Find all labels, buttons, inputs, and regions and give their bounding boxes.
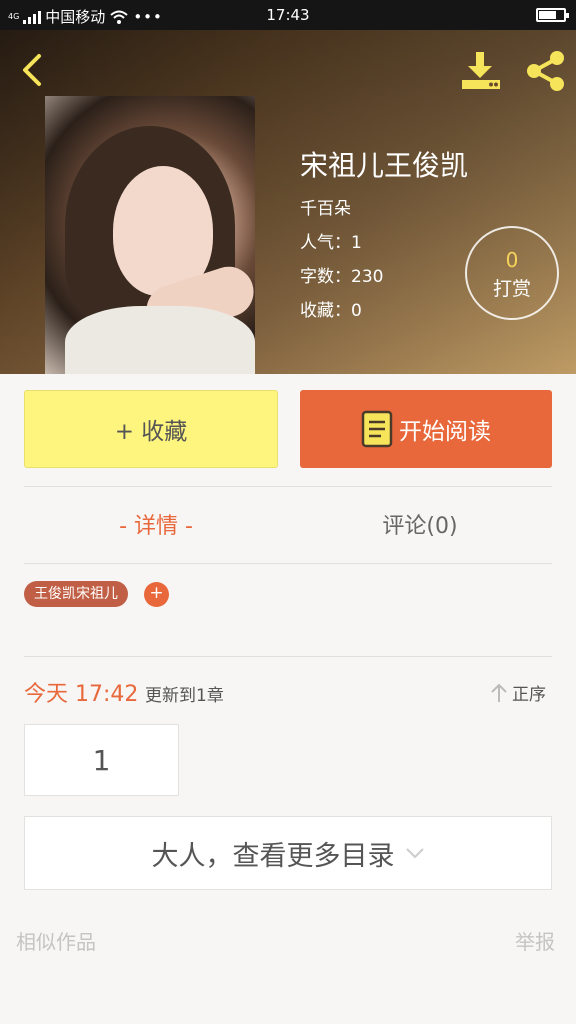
divider bbox=[24, 486, 552, 487]
divider bbox=[24, 563, 552, 564]
book-icon bbox=[361, 410, 393, 448]
chapter-item[interactable]: 1 bbox=[24, 724, 179, 796]
book-popularity: 人气：1 bbox=[300, 233, 362, 253]
tab-detail[interactable]: - 详情 - bbox=[24, 508, 288, 540]
similar-works-label: 相似作品 bbox=[16, 930, 96, 954]
more-catalog-button[interactable]: 大人，查看更多目录 bbox=[24, 816, 552, 890]
start-reading-button[interactable]: 开始阅读 bbox=[300, 390, 552, 468]
share-icon[interactable] bbox=[522, 48, 568, 94]
chevron-down-icon bbox=[405, 848, 424, 859]
start-reading-label: 开始阅读 bbox=[399, 419, 491, 445]
update-text: 更新到1章 bbox=[145, 686, 224, 706]
book-favorites: 收藏：0 bbox=[300, 301, 362, 321]
tip-count: 0 bbox=[505, 248, 519, 272]
book-title: 宋祖儿王俊凯 bbox=[300, 149, 469, 182]
sort-label: 正序 bbox=[512, 685, 546, 705]
book-header: 宋祖儿王俊凯 千百朵 人气：1 字数：230 收藏：0 0 打赏 bbox=[0, 30, 576, 374]
more-catalog-label: 大人，查看更多目录 bbox=[151, 840, 395, 872]
book-word-count: 字数：230 bbox=[300, 267, 384, 287]
update-time: 今天 17:42 bbox=[24, 682, 139, 707]
status-bar: 4G 中国移动 ••• 17:43 bbox=[0, 0, 576, 30]
book-cover-image bbox=[45, 96, 255, 374]
tab-comments[interactable]: 评论(0) bbox=[288, 508, 552, 540]
book-author[interactable]: 千百朵 bbox=[300, 194, 351, 219]
add-tag-button[interactable]: + bbox=[144, 582, 169, 607]
cover-cloth bbox=[65, 306, 255, 374]
tip-label: 打赏 bbox=[492, 278, 531, 300]
tag-chip[interactable]: 王俊凯宋祖儿 bbox=[24, 581, 128, 607]
tip-button[interactable]: 0 打赏 bbox=[465, 226, 559, 320]
sort-order-button[interactable]: 正序 bbox=[490, 680, 546, 705]
favorite-button[interactable]: + 收藏 bbox=[24, 390, 278, 468]
divider bbox=[24, 656, 552, 657]
arrow-up-icon bbox=[491, 683, 507, 702]
battery-icon bbox=[536, 8, 569, 22]
chapter-number: 1 bbox=[92, 743, 111, 777]
back-arrow-icon[interactable] bbox=[14, 50, 54, 90]
download-icon[interactable] bbox=[458, 48, 504, 94]
favorite-label: + 收藏 bbox=[114, 419, 188, 445]
report-link[interactable]: 举报 bbox=[515, 926, 555, 955]
status-time: 17:43 bbox=[266, 6, 310, 24]
